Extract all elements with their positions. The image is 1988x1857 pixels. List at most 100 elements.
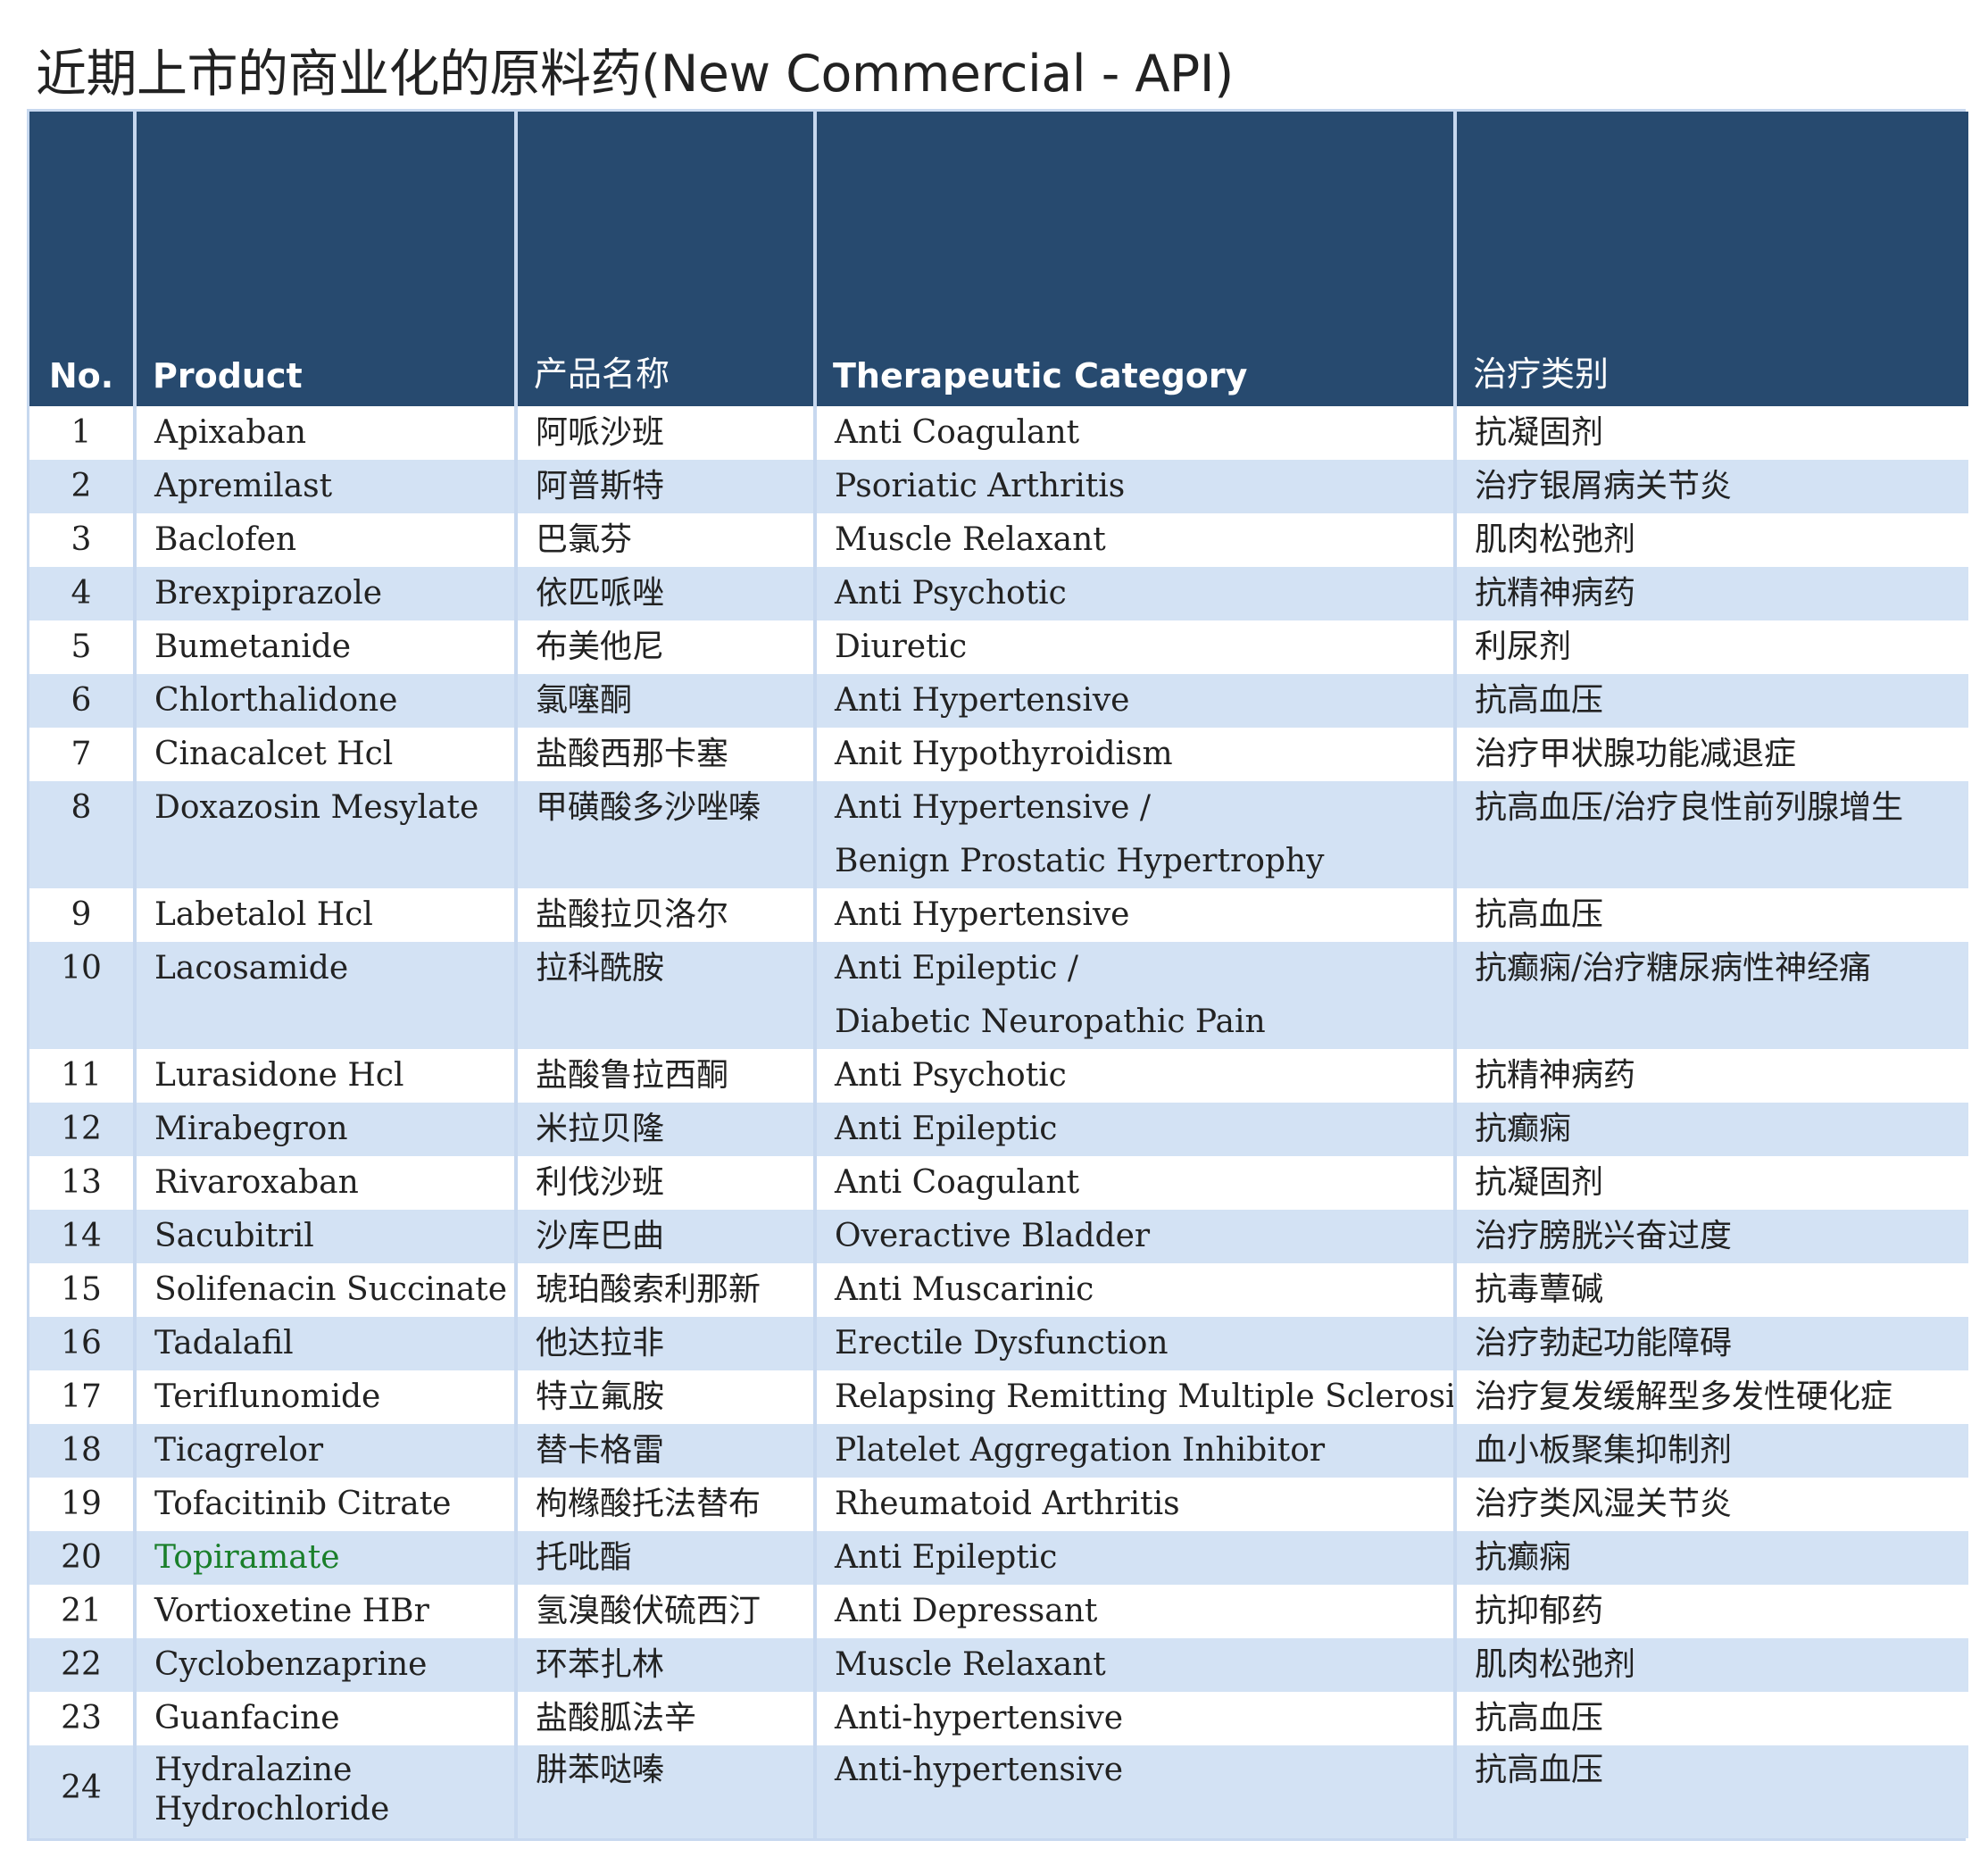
product-name-cn: 布美他尼 — [536, 629, 665, 665]
table-row: 24 Hydralazine Hydrochloride 肼苯哒嗪 Anti-hyper… — [29, 1745, 1968, 1838]
product-name: Cinacalcet Hcl — [154, 736, 394, 772]
therapeutic-category-cn: 抗高血压/治疗良性前列腺增生 — [1475, 789, 1904, 826]
header-no: No. — [29, 112, 135, 406]
therapeutic-category: Anti Hypertensive / — [835, 789, 1152, 826]
therapeutic-category: Anit Hypothyroidism — [835, 736, 1173, 772]
therapeutic-category: Anti Muscarinic — [835, 1271, 1094, 1308]
product-cn-cell: 环苯扎林 — [514, 1638, 815, 1692]
row-number-cell: 16 — [29, 1317, 135, 1370]
product-name-cn: 琥珀酸索利那新 — [536, 1271, 761, 1308]
therapeutic-category-cn: 抗高血压 — [1475, 896, 1604, 933]
product-cell: Vortioxetine HBr — [133, 1585, 516, 1638]
table-row: 19 Tofacitinib Citrate 枸橼酸托法替布 Rheumatoid A… — [29, 1478, 1968, 1531]
row-number-cell: 4 — [29, 567, 135, 620]
product-cn-cell: 他达拉非 — [514, 1317, 815, 1370]
product-cell: Cinacalcet Hcl — [133, 728, 516, 781]
product-cn-cell: 盐酸胍法辛 — [514, 1692, 815, 1745]
product-name: Mirabegron — [154, 1111, 348, 1147]
table-row: 22 Cyclobenzaprine 环苯扎林 Muscle Relaxant 肌肉松弛… — [29, 1638, 1968, 1692]
product-name-cn: 氢溴酸伏硫西汀 — [536, 1593, 761, 1629]
category-cn-cell: 抗癫痫 — [1453, 1103, 1968, 1156]
product-name-cn: 特立氟胺 — [536, 1378, 665, 1415]
therapeutic-category: Anti Epileptic — [835, 1539, 1058, 1576]
therapeutic-category-cn: 治疗勃起功能障碍 — [1475, 1325, 1733, 1362]
therapeutic-category-cn: 抗精神病药 — [1475, 1057, 1636, 1094]
product-cn-cell: 氯噻酮 — [514, 674, 815, 728]
row-number-cell: 11 — [29, 1049, 135, 1103]
row-number: 6 — [71, 682, 92, 719]
category-cell: Anti Coagulant — [813, 1156, 1455, 1210]
therapeutic-category-cn: 治疗甲状腺功能减退症 — [1475, 736, 1797, 772]
product-cn-cell: 阿哌沙班 — [514, 406, 815, 460]
row-number-cell: 13 — [29, 1156, 135, 1210]
product-cn-cell: 盐酸鲁拉西酮 — [514, 1049, 815, 1103]
therapeutic-category-cn: 抗凝固剂 — [1475, 414, 1604, 451]
therapeutic-category: Rheumatoid Arthritis — [835, 1486, 1180, 1522]
category-cell: Anti Psychotic — [813, 1049, 1455, 1103]
table-row: 21 Vortioxetine HBr 氢溴酸伏硫西汀 Anti Depressant… — [29, 1585, 1968, 1638]
product-cell: Rivaroxaban — [133, 1156, 516, 1210]
category-cell: Anti Epileptic — [813, 1531, 1455, 1585]
product-name-cn: 阿哌沙班 — [536, 414, 665, 451]
category-cn-cell: 抗精神病药 — [1453, 1049, 1968, 1103]
header-category-cn: 治疗类别 — [1453, 112, 1968, 406]
therapeutic-category: Anti Hypertensive — [835, 896, 1130, 933]
therapeutic-category: Anti Psychotic — [835, 575, 1067, 612]
row-number-cell: 18 — [29, 1424, 135, 1478]
product-cell: Ticagrelor — [133, 1424, 516, 1478]
category-cn-cell: 抗高血压/治疗良性前列腺增生 — [1453, 781, 1968, 888]
product-cn-cell: 托吡酯 — [514, 1531, 815, 1585]
category-cell: Anit Hypothyroidism — [813, 728, 1455, 781]
product-cell: Lacosamide — [133, 942, 516, 1049]
product-name-cn: 盐酸鲁拉西酮 — [536, 1057, 729, 1094]
row-number-cell: 24 — [29, 1745, 135, 1838]
therapeutic-category: Anti Hypertensive — [835, 682, 1130, 719]
header-category: Therapeutic Category — [813, 112, 1455, 406]
row-number: 11 — [61, 1057, 102, 1094]
therapeutic-category: Anti Coagulant — [835, 1164, 1080, 1201]
therapeutic-category-cn: 抗高血压 — [1475, 1700, 1604, 1736]
category-cn-cell: 抗凝固剂 — [1453, 406, 1968, 460]
product-name: Guanfacine — [154, 1700, 340, 1736]
therapeutic-category-cn: 治疗复发缓解型多发性硬化症 — [1475, 1378, 1893, 1415]
category-cell: Anti Epileptic — [813, 1103, 1455, 1156]
category-cn-cell: 抗凝固剂 — [1453, 1156, 1968, 1210]
therapeutic-category-cn: 抗癫痫/治疗糖尿病性神经痛 — [1475, 950, 1872, 987]
product-cn-cell: 盐酸西那卡塞 — [514, 728, 815, 781]
table-row: 10 Lacosamide 拉科酰胺 Anti Epileptic / Diabetic… — [29, 942, 1968, 1049]
table-row: 7 Cinacalcet Hcl 盐酸西那卡塞 Anit Hypothyroidism… — [29, 728, 1968, 781]
product-cn-cell: 肼苯哒嗪 — [514, 1745, 815, 1838]
product-name: Teriflunomide — [154, 1378, 381, 1415]
row-number: 3 — [71, 521, 92, 558]
table-row: 2 Apremilast 阿普斯特 Psoriatic Arthritis 治疗银屑病关… — [29, 460, 1968, 513]
page-title: 近期上市的商业化的原料药(New Commercial - API) — [36, 45, 1234, 104]
category-cn-cell: 抗高血压 — [1453, 674, 1968, 728]
product-name: Ticagrelor — [154, 1432, 324, 1469]
therapeutic-category-cn: 治疗银屑病关节炎 — [1475, 468, 1733, 504]
row-number-cell: 21 — [29, 1585, 135, 1638]
product-name-cn: 替卡格雷 — [536, 1432, 665, 1469]
product-name-cn: 他达拉非 — [536, 1325, 665, 1362]
table-row: 12 Mirabegron 米拉贝隆 Anti Epileptic 抗癫痫 — [29, 1103, 1968, 1156]
product-name-cn: 巴氯芬 — [536, 521, 633, 558]
row-number-cell: 10 — [29, 942, 135, 1049]
product-name-cn: 盐酸西那卡塞 — [536, 736, 729, 772]
product-name: Doxazosin Mesylate — [154, 789, 479, 826]
product-cell: Teriflunomide — [133, 1370, 516, 1424]
row-number: 15 — [61, 1271, 102, 1308]
row-number: 24 — [61, 1770, 102, 1806]
therapeutic-category: Relapsing Remitting Multiple Sclerosis — [835, 1378, 1455, 1415]
product-name-cn: 盐酸拉贝洛尔 — [536, 896, 729, 933]
category-cn-cell: 治疗类风湿关节炎 — [1453, 1478, 1968, 1531]
table-row: 14 Sacubitril 沙库巴曲 Overactive Bladder 治疗膀胱兴奋… — [29, 1210, 1968, 1263]
therapeutic-category: Anti Epileptic / — [835, 950, 1079, 987]
product-cell: Lurasidone Hcl — [133, 1049, 516, 1103]
table-header-row: No. Product 产品名称 Therapeutic Category 治疗… — [29, 112, 1968, 406]
product-name-cn: 甲磺酸多沙唑嗪 — [536, 789, 761, 826]
table-row: 13 Rivaroxaban 利伐沙班 Anti Coagulant 抗凝固剂 — [29, 1156, 1968, 1210]
category-cell: Relapsing Remitting Multiple Sclerosis — [813, 1370, 1455, 1424]
table-row: 23 Guanfacine 盐酸胍法辛 Anti-hypertensive 抗高血压 — [29, 1692, 1968, 1745]
therapeutic-category: Diuretic — [835, 629, 968, 665]
product-cell: Bumetanide — [133, 620, 516, 674]
product-name-cn: 拉科酰胺 — [536, 950, 665, 987]
